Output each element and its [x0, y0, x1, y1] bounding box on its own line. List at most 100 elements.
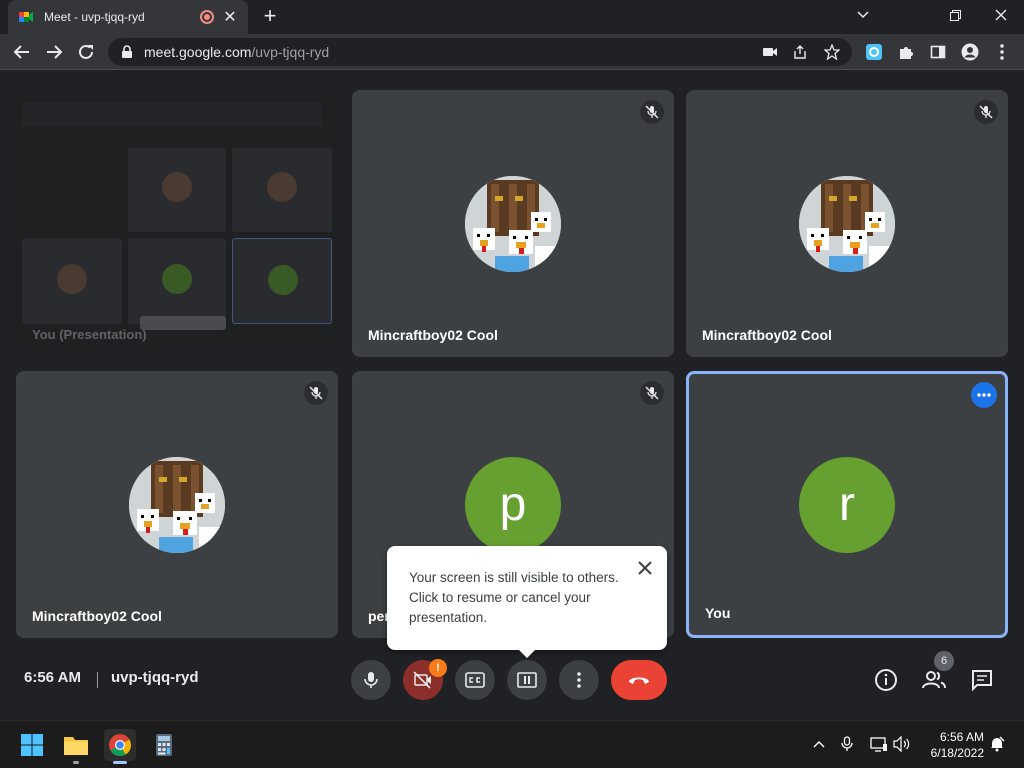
- captions-icon: [465, 672, 485, 688]
- os-taskbar: 6:56 AM 6/18/2022: [0, 720, 1024, 768]
- avatar: [799, 175, 895, 272]
- recording-indicator-icon: [200, 10, 214, 24]
- participant-name: Mincraftboy02 Cool: [32, 608, 162, 624]
- chat-button[interactable]: [968, 666, 996, 694]
- url-host: meet.google.com: [144, 44, 252, 60]
- meet-stage: You (Presentation) Mincraftboy02 Cool Mi…: [0, 71, 1024, 720]
- presentation-tile[interactable]: You (Presentation): [16, 90, 338, 346]
- url-text: meet.google.com/uvp-tjqq-ryd: [144, 44, 329, 60]
- forward-button[interactable]: [40, 38, 68, 66]
- back-button[interactable]: [8, 38, 36, 66]
- folder-icon: [64, 737, 88, 755]
- tab-strip: Meet - uvp-tjqq-ryd ✕ +: [0, 0, 1024, 34]
- chrome-icon: [109, 734, 131, 756]
- meeting-time: 6:56 AM: [24, 669, 81, 686]
- captions-button[interactable]: [455, 660, 495, 700]
- mic-off-icon: [304, 381, 328, 405]
- presentation-preview-popup: [140, 316, 226, 330]
- hang-up-icon: [629, 677, 649, 684]
- tab-search-icon[interactable]: [840, 0, 886, 30]
- presentation-preview-tile: [128, 238, 226, 324]
- taskbar-indicator: [73, 761, 79, 764]
- volume-icon[interactable]: [893, 735, 911, 753]
- participant-name: Mincraftboy02 Cool: [702, 327, 832, 343]
- tile-more-options-button[interactable]: [971, 382, 997, 408]
- meeting-details-button[interactable]: [872, 666, 900, 694]
- participant-name: You: [705, 605, 731, 621]
- reload-button[interactable]: [72, 38, 100, 66]
- forward-arrow-icon: [47, 45, 63, 59]
- participant-count-badge: 6: [934, 651, 954, 671]
- presentation-preview-tile: [232, 238, 332, 324]
- tab-close-icon[interactable]: ✕: [222, 7, 238, 27]
- browser-toolbar: meet.google.com/uvp-tjqq-ryd: [0, 34, 1024, 70]
- more-vert-icon: [577, 672, 581, 688]
- presentation-preview-tile: [22, 238, 122, 324]
- start-button[interactable]: [16, 729, 48, 761]
- presentation-preview-header: [22, 102, 322, 126]
- bookmark-star-icon[interactable]: [824, 44, 840, 60]
- show-hidden-icons-icon[interactable]: [810, 735, 828, 753]
- extension-app-icon[interactable]: [864, 42, 884, 62]
- avatar: [129, 456, 225, 553]
- avatar-initial: p: [465, 456, 561, 553]
- address-bar[interactable]: meet.google.com/uvp-tjqq-ryd: [108, 38, 852, 66]
- profile-icon[interactable]: [960, 42, 980, 62]
- microphone-button[interactable]: [351, 660, 391, 700]
- taskbar-indicator: [113, 761, 127, 764]
- presentation-preview-tile: [232, 148, 332, 232]
- participant-tile[interactable]: Mincraftboy02 Cool: [16, 371, 338, 638]
- system-date: 6/18/2022: [930, 746, 984, 760]
- popup-message: Your screen is still visible to others. …: [409, 570, 619, 625]
- calculator-icon: [156, 734, 172, 756]
- google-meet-icon: [19, 12, 33, 22]
- microphone-tray-icon[interactable]: [838, 735, 856, 753]
- reload-icon: [79, 44, 93, 59]
- leave-call-button[interactable]: [611, 660, 667, 700]
- restore-window-icon[interactable]: [932, 0, 978, 30]
- close-icon[interactable]: [635, 558, 655, 578]
- present-now-button[interactable]: [507, 660, 547, 700]
- back-arrow-icon: [13, 45, 29, 59]
- side-panel-icon[interactable]: [928, 42, 948, 62]
- participant-name: Mincraftboy02 Cool: [368, 327, 498, 343]
- network-icon[interactable]: [870, 735, 888, 753]
- mic-off-icon: [640, 100, 664, 124]
- chat-icon: [972, 670, 992, 691]
- participant-tile[interactable]: Mincraftboy02 Cool: [352, 90, 674, 357]
- camera-in-use-icon[interactable]: [762, 44, 778, 60]
- system-clock[interactable]: 6:56 AM 6/18/2022: [924, 729, 984, 761]
- new-tab-button[interactable]: +: [258, 5, 282, 29]
- camera-off-icon: [413, 671, 431, 689]
- mic-off-icon: [640, 381, 664, 405]
- notifications-icon[interactable]: [988, 735, 1006, 753]
- windows-logo-icon: [21, 734, 43, 756]
- lock-icon: [122, 45, 132, 58]
- tab-title: Meet - uvp-tjqq-ryd: [44, 10, 145, 24]
- people-icon: [922, 671, 946, 689]
- divider: [97, 672, 98, 688]
- file-explorer-button[interactable]: [60, 729, 92, 764]
- camera-alert-badge: !: [429, 659, 447, 677]
- url-path: /uvp-tjqq-ryd: [251, 44, 330, 60]
- microphone-icon: [364, 672, 378, 688]
- participant-tile[interactable]: Mincraftboy02 Cool: [686, 90, 1008, 357]
- meeting-code: uvp-tjqq-ryd: [111, 669, 199, 686]
- mic-off-icon: [974, 100, 998, 124]
- presentation-reminder-popup[interactable]: Your screen is still visible to others. …: [387, 546, 667, 658]
- extensions-puzzle-icon[interactable]: [896, 42, 916, 62]
- avatar-initial: r: [799, 456, 895, 553]
- chrome-menu-icon[interactable]: [992, 42, 1012, 62]
- avatar: [465, 175, 561, 272]
- calculator-button[interactable]: [148, 729, 180, 761]
- presentation-preview-tile: [128, 148, 226, 232]
- self-tile[interactable]: r You: [686, 371, 1008, 638]
- info-icon: [875, 669, 897, 691]
- more-options-button[interactable]: [559, 660, 599, 700]
- chrome-taskbar-button[interactable]: [104, 729, 136, 764]
- close-window-icon[interactable]: [978, 0, 1024, 30]
- present-pause-icon: [517, 672, 537, 688]
- share-icon[interactable]: [792, 44, 808, 60]
- tab-meet[interactable]: Meet - uvp-tjqq-ryd ✕: [8, 0, 248, 34]
- presentation-label: You (Presentation): [32, 327, 147, 342]
